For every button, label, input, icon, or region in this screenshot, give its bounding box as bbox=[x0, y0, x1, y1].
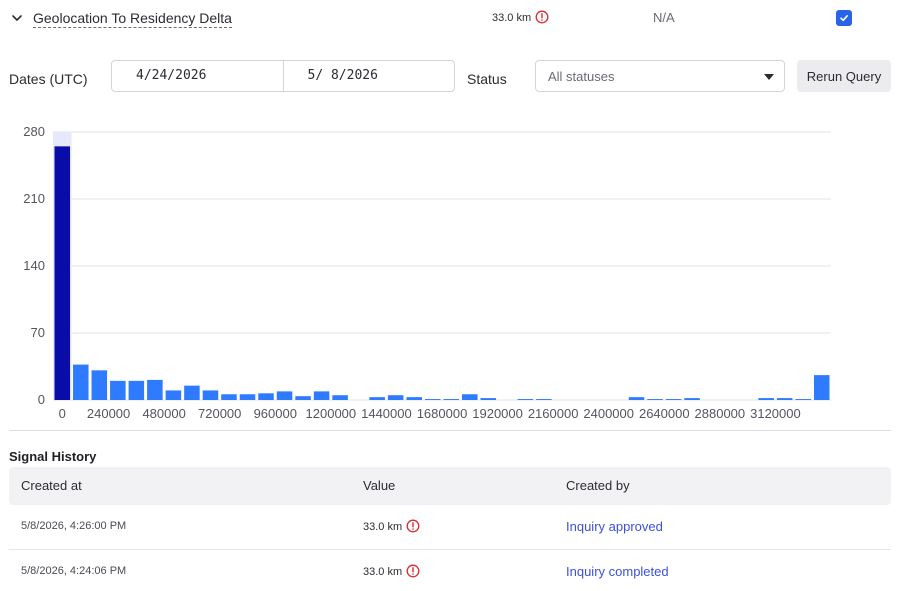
alert-circle-icon bbox=[535, 10, 549, 24]
start-date-input[interactable]: 4/24/2026 bbox=[112, 61, 283, 91]
histogram-bar bbox=[184, 385, 200, 400]
histogram-bar bbox=[647, 399, 663, 400]
row-created-at: 5/8/2026, 4:24:06 PM bbox=[21, 565, 127, 577]
table-row: 5/8/2026, 4:24:06 PM 33.0 km Inquiry com… bbox=[9, 550, 891, 591]
histogram-bar bbox=[406, 397, 422, 400]
histogram-bar bbox=[776, 398, 793, 400]
x-tick-label: 1680000 bbox=[417, 406, 468, 421]
x-tick-label: 720000 bbox=[198, 406, 241, 421]
histogram-bar bbox=[628, 397, 645, 400]
signal-name[interactable]: Geolocation To Residency Delta bbox=[33, 10, 232, 28]
histogram-bar bbox=[276, 391, 293, 400]
status-label: Status bbox=[467, 71, 507, 87]
histogram-bar bbox=[165, 390, 182, 400]
y-tick-label: 70 bbox=[31, 325, 45, 340]
histogram-bar bbox=[202, 390, 219, 400]
column-value: Value bbox=[363, 478, 396, 493]
table-header: Created at Value Created by bbox=[9, 467, 891, 505]
date-range-picker: 4/24/2026 5/ 8/2026 bbox=[111, 60, 455, 92]
y-tick-label: 280 bbox=[23, 124, 45, 139]
histogram-bar bbox=[221, 394, 237, 400]
histogram-bar bbox=[73, 364, 89, 400]
signal-row: Geolocation To Residency Delta 33.0 km N… bbox=[0, 0, 913, 36]
histogram-bar bbox=[128, 380, 145, 400]
histogram-bar bbox=[813, 375, 830, 400]
row-created-at: 5/8/2026, 4:26:00 PM bbox=[21, 520, 127, 532]
histogram-bar bbox=[147, 379, 163, 400]
status-select[interactable]: All statuses bbox=[535, 60, 785, 92]
row-value: 33.0 km bbox=[363, 519, 420, 533]
histogram-bar bbox=[313, 391, 330, 400]
y-tick-label: 0 bbox=[38, 392, 45, 407]
rerun-query-button[interactable]: Rerun Query bbox=[797, 60, 891, 92]
histogram-bar bbox=[517, 399, 534, 400]
histogram-bar bbox=[387, 395, 404, 400]
histogram-bar bbox=[91, 370, 108, 400]
x-tick-label: 2160000 bbox=[528, 406, 579, 421]
histogram-bar bbox=[369, 397, 385, 400]
histogram-bar bbox=[795, 399, 811, 400]
signal-checkbox[interactable] bbox=[836, 10, 852, 26]
signal-value-text: 33.0 km bbox=[492, 12, 532, 24]
divider bbox=[9, 430, 891, 431]
row-value-text: 33.0 km bbox=[363, 521, 403, 533]
column-created-by: Created by bbox=[566, 478, 630, 493]
x-tick-label: 3120000 bbox=[750, 406, 801, 421]
row-created-by-link[interactable]: Inquiry approved bbox=[566, 519, 663, 534]
histogram-bar bbox=[239, 394, 256, 400]
x-tick-label: 2880000 bbox=[695, 406, 746, 421]
x-tick-label: 1440000 bbox=[361, 406, 412, 421]
alert-circle-icon bbox=[406, 519, 420, 533]
histogram-bar bbox=[480, 398, 497, 400]
table-row: 5/8/2026, 4:26:00 PM 33.0 km Inquiry app… bbox=[9, 505, 891, 550]
signal-value: 33.0 km bbox=[492, 10, 549, 25]
y-tick-label: 140 bbox=[23, 258, 45, 273]
column-created-at: Created at bbox=[21, 478, 82, 493]
check-icon bbox=[840, 15, 848, 22]
signal-history-table: Created at Value Created by 5/8/2026, 4:… bbox=[9, 467, 891, 591]
histogram-bar bbox=[443, 399, 460, 400]
x-tick-label: 2400000 bbox=[583, 406, 634, 421]
status-select-value: All statuses bbox=[548, 69, 615, 84]
histogram-bar bbox=[332, 395, 348, 400]
histogram-bar bbox=[110, 380, 126, 400]
row-value-text: 33.0 km bbox=[363, 566, 403, 578]
signal-previous-value: N/A bbox=[653, 10, 675, 25]
histogram-bar bbox=[665, 399, 682, 400]
caret-down-icon bbox=[764, 74, 774, 80]
histogram-bar bbox=[258, 393, 274, 400]
histogram-bar bbox=[758, 398, 774, 400]
x-tick-label: 1200000 bbox=[306, 406, 357, 421]
signal-history-title: Signal History bbox=[9, 449, 97, 464]
alert-circle-icon bbox=[406, 564, 420, 578]
end-date-input[interactable]: 5/ 8/2026 bbox=[282, 61, 455, 91]
x-tick-label: 2640000 bbox=[639, 406, 690, 421]
dates-label: Dates (UTC) bbox=[9, 71, 88, 87]
x-tick-label: 1920000 bbox=[472, 406, 523, 421]
histogram-bar bbox=[295, 396, 311, 400]
row-value: 33.0 km bbox=[363, 564, 420, 578]
histogram-bar bbox=[684, 398, 700, 400]
x-tick-label: 960000 bbox=[254, 406, 297, 421]
histogram-chart: 0 70 140 210 280 0 240000 480000 720000 960000 120… bbox=[23, 124, 831, 421]
x-tick-label: 0 bbox=[59, 406, 66, 421]
histogram-bar bbox=[54, 146, 71, 400]
histogram-bar bbox=[424, 399, 441, 400]
histogram-bar bbox=[536, 399, 552, 400]
chevron-down-icon[interactable] bbox=[10, 11, 24, 25]
x-tick-label: 240000 bbox=[87, 406, 130, 421]
y-tick-label: 210 bbox=[23, 191, 45, 206]
x-tick-label: 480000 bbox=[142, 406, 185, 421]
histogram-bar bbox=[462, 394, 478, 400]
row-created-by-link[interactable]: Inquiry completed bbox=[566, 564, 669, 579]
